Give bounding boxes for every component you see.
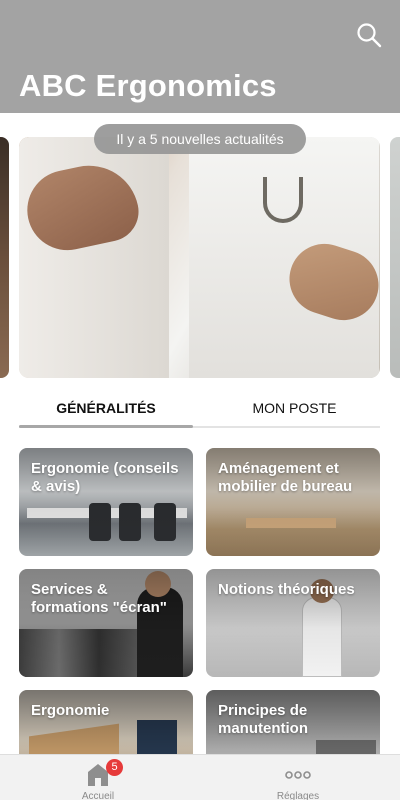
news-carousel[interactable]: Il y a 5 nouvelles actualités — [0, 113, 400, 385]
tabbar-label-reglages: Réglages — [276, 791, 320, 800]
card-label: Services & formations "écran" — [31, 581, 167, 616]
card-label: Principes de manutention — [218, 702, 308, 737]
category-grid: Ergonomie (conseils & avis) Aménagement … — [19, 448, 380, 798]
tab-mon-poste[interactable]: MON POSTE — [209, 393, 380, 423]
more-dots-icon — [285, 771, 311, 779]
search-icon — [357, 23, 382, 48]
card-label: Ergonomie — [31, 702, 110, 719]
new-news-pill[interactable]: Il y a 5 nouvelles actualités — [94, 124, 306, 154]
card-label: Notions théoriques — [218, 581, 355, 598]
tab-generalites[interactable]: GÉNÉRALITÉS — [19, 393, 193, 423]
card-label: Aménagement et mobilier de bureau — [218, 460, 353, 495]
category-card[interactable]: Aménagement et mobilier de bureau — [206, 448, 380, 556]
category-card[interactable]: Services & formations "écran" — [19, 569, 193, 677]
search-button[interactable] — [356, 22, 382, 48]
carousel-next-slide[interactable] — [390, 137, 400, 378]
tabbar-item-accueil[interactable]: 5 Accueil — [48, 759, 148, 800]
card-label: Ergonomie (conseils & avis) — [31, 460, 179, 495]
tab-active-indicator — [19, 425, 193, 428]
section-tabs: GÉNÉRALITÉS MON POSTE — [19, 393, 380, 429]
category-card[interactable]: Notions théoriques — [206, 569, 380, 677]
bottom-tab-bar: 5 Accueil Réglages — [0, 754, 400, 800]
carousel-slide[interactable] — [19, 137, 380, 378]
app-screen: ABC Ergonomics Il y a 5 nouvelles actual… — [0, 0, 400, 800]
app-header: ABC Ergonomics — [0, 0, 400, 113]
tabbar-item-reglages[interactable]: Réglages — [248, 759, 348, 800]
app-title: ABC Ergonomics — [19, 68, 277, 103]
slide-image-part — [263, 177, 303, 223]
notification-badge: 5 — [106, 759, 123, 776]
tabbar-label-accueil: Accueil — [81, 791, 115, 800]
carousel-prev-slide[interactable] — [0, 137, 9, 378]
category-card[interactable]: Ergonomie (conseils & avis) — [19, 448, 193, 556]
